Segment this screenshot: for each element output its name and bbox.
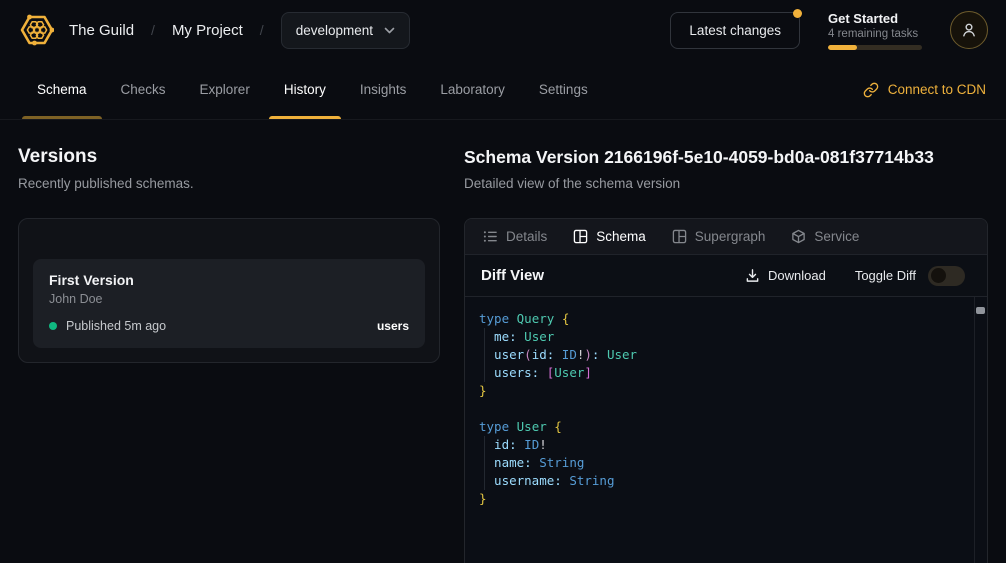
get-started-title: Get Started: [828, 11, 922, 26]
toggle-diff-label: Toggle Diff: [855, 268, 916, 283]
nav-tab-settings[interactable]: Settings: [522, 60, 605, 119]
code-block: type Query { me: User user(id: ID!): Use…: [465, 297, 987, 508]
nav-tab-label: Settings: [539, 82, 588, 97]
versions-title: Versions: [18, 146, 440, 168]
latest-changes-button[interactable]: Latest changes: [670, 12, 800, 49]
connect-to-cdn-label: Connect to CDN: [888, 82, 986, 97]
toggle-diff-switch[interactable]: [928, 266, 965, 286]
nav-tab-explorer[interactable]: Explorer: [183, 60, 267, 119]
nav-tab-label: Checks: [121, 82, 166, 97]
schema-version-subtitle: Detailed view of the schema version: [464, 176, 988, 191]
version-list-item[interactable]: First Version John Doe Published 5m ago …: [33, 259, 425, 348]
version-name: First Version: [49, 272, 409, 288]
chevron-down-icon: [384, 27, 395, 34]
code-scrollbar-thumb[interactable]: [976, 307, 985, 314]
diff-view-actions: Download Toggle Diff: [745, 266, 965, 286]
detail-tab-label: Details: [506, 229, 547, 244]
nav-tab-schema[interactable]: Schema: [20, 60, 104, 119]
breadcrumb-org[interactable]: The Guild: [69, 22, 134, 39]
version-author: John Doe: [49, 292, 409, 306]
connect-to-cdn-button[interactable]: Connect to CDN: [863, 60, 986, 119]
notification-dot: [793, 9, 802, 18]
link-icon: [863, 82, 879, 98]
version-status-text: Published 5m ago: [66, 319, 166, 333]
get-started-progress-track: [828, 45, 922, 50]
breadcrumb-separator: /: [151, 22, 155, 38]
schema-detail-card: Details Schema Supergraph: [464, 218, 988, 563]
nav-tab-label: Insights: [360, 82, 407, 97]
download-button[interactable]: Download: [745, 268, 826, 283]
download-icon: [745, 268, 760, 283]
get-started-subtitle: 4 remaining tasks: [828, 28, 922, 40]
get-started-widget[interactable]: Get Started 4 remaining tasks: [828, 11, 922, 50]
header-right: Latest changes Get Started 4 remaining t…: [670, 11, 988, 50]
get-started-progress-fill: [828, 45, 857, 50]
cube-icon: [791, 229, 806, 244]
nav-tab-insights[interactable]: Insights: [343, 60, 424, 119]
detail-tab-label: Service: [814, 229, 859, 244]
main-content: Versions Recently published schemas. Fir…: [0, 120, 1006, 563]
environment-dropdown[interactable]: development: [281, 12, 410, 49]
detail-tab-service[interactable]: Service: [791, 229, 859, 244]
nav-tab-history[interactable]: History: [267, 60, 343, 119]
main-nav: Schema Checks Explorer History Insights …: [0, 60, 1006, 120]
version-detail-panel: Schema Version 2166196f-5e10-4059-bd0a-0…: [464, 120, 1006, 563]
tab-indicator-active: [269, 116, 341, 119]
version-service-name: users: [377, 319, 409, 333]
schema-code-area: type Query { me: User user(id: ID!): Use…: [465, 297, 987, 563]
detail-tabs: Details Schema Supergraph: [465, 219, 987, 255]
download-label: Download: [768, 268, 826, 283]
app-header: The Guild / My Project / development Lat…: [0, 0, 1006, 60]
versions-subtitle: Recently published schemas.: [18, 176, 440, 191]
hive-hexagon-icon: [20, 13, 54, 47]
schema-version-title: Schema Version 2166196f-5e10-4059-bd0a-0…: [464, 147, 988, 168]
diff-view-bar: Diff View Download Toggle Diff: [465, 255, 987, 297]
detail-tab-supergraph[interactable]: Supergraph: [672, 229, 766, 244]
hive-logo[interactable]: [20, 13, 54, 47]
versions-list-card: First Version John Doe Published 5m ago …: [18, 218, 440, 363]
nav-tab-label: Schema: [37, 82, 87, 97]
detail-tab-details[interactable]: Details: [483, 229, 547, 244]
code-scrollbar-track: [974, 297, 987, 563]
breadcrumb-separator: /: [260, 22, 264, 38]
columns-icon: [573, 229, 588, 244]
nav-tab-label: History: [284, 82, 326, 97]
user-avatar[interactable]: [950, 11, 988, 49]
diff-view-title: Diff View: [481, 267, 544, 284]
breadcrumb: The Guild / My Project / development: [69, 12, 410, 49]
breadcrumb-project[interactable]: My Project: [172, 22, 243, 39]
detail-tab-label: Schema: [596, 229, 646, 244]
user-icon: [959, 20, 979, 40]
version-status-row: Published 5m ago users: [49, 319, 409, 333]
nav-tab-laboratory[interactable]: Laboratory: [423, 60, 522, 119]
latest-changes-label: Latest changes: [689, 23, 781, 38]
list-icon: [483, 229, 498, 244]
tab-indicator: [22, 116, 102, 119]
nav-tab-checks[interactable]: Checks: [104, 60, 183, 119]
detail-tab-schema[interactable]: Schema: [573, 229, 646, 244]
detail-tab-label: Supergraph: [695, 229, 766, 244]
nav-tab-label: Explorer: [200, 82, 250, 97]
toggle-diff-control: Toggle Diff: [855, 266, 965, 286]
nav-tab-label: Laboratory: [440, 82, 505, 97]
toggle-knob: [931, 268, 946, 283]
environment-dropdown-value: development: [296, 23, 373, 38]
versions-panel: Versions Recently published schemas. Fir…: [0, 120, 464, 563]
published-status-dot: [49, 322, 57, 330]
columns-icon: [672, 229, 687, 244]
